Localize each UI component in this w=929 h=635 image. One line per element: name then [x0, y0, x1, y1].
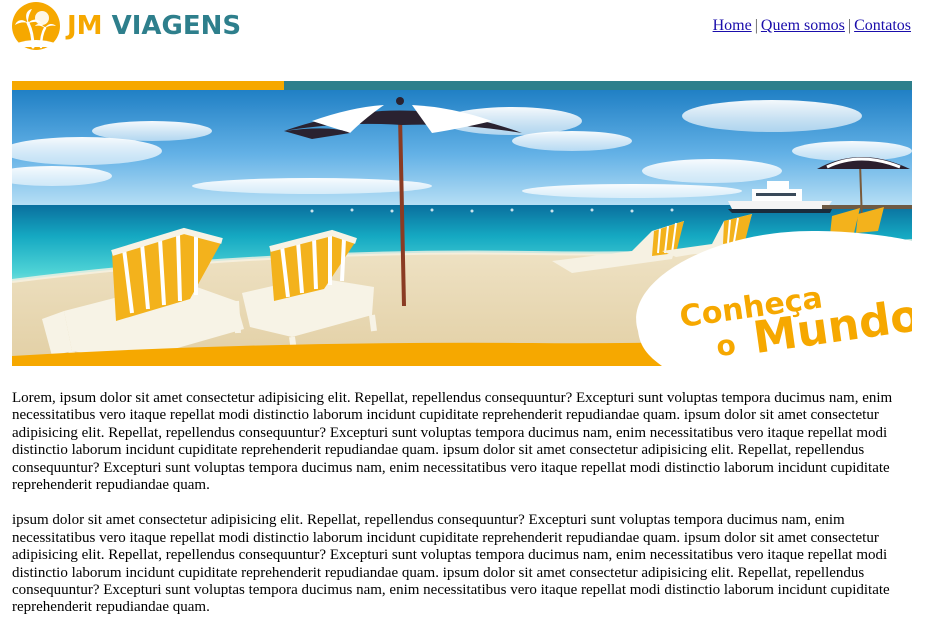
paragraph-2: ipsum dolor sit amet consectetur adipisi…	[12, 512, 890, 616]
nav-separator: |	[847, 17, 852, 34]
nav-link-home[interactable]: Home	[713, 17, 752, 34]
nav-link-quem-somos[interactable]: Quem somos	[761, 17, 845, 34]
beach-banner-image: Conheça o Mundo	[12, 81, 912, 366]
palm-tree-sun-icon	[12, 2, 60, 50]
banner-bar-orange	[12, 81, 284, 90]
main-nav: Home | Quem somos | Contatos	[713, 17, 911, 35]
banner-bar-teal	[284, 81, 912, 90]
hero-banner: Conheça o Mundo	[12, 81, 912, 366]
main-content: Lorem, ipsum dolor sit amet consectetur …	[12, 390, 912, 635]
site-logo[interactable]: JM VIAGENS	[11, 1, 241, 51]
nav-separator: |	[754, 17, 758, 34]
nav-link-contatos[interactable]: Contatos	[854, 17, 911, 34]
logo-brand-first: JM	[67, 11, 103, 41]
logo-wordmark: JM VIAGENS	[67, 11, 241, 41]
paragraph-1: Lorem, ipsum dolor sit amet consectetur …	[12, 390, 893, 494]
logo-brand-second: VIAGENS	[111, 11, 242, 41]
site-header: JM VIAGENS Home | Quem somos | Contatos	[0, 0, 929, 60]
